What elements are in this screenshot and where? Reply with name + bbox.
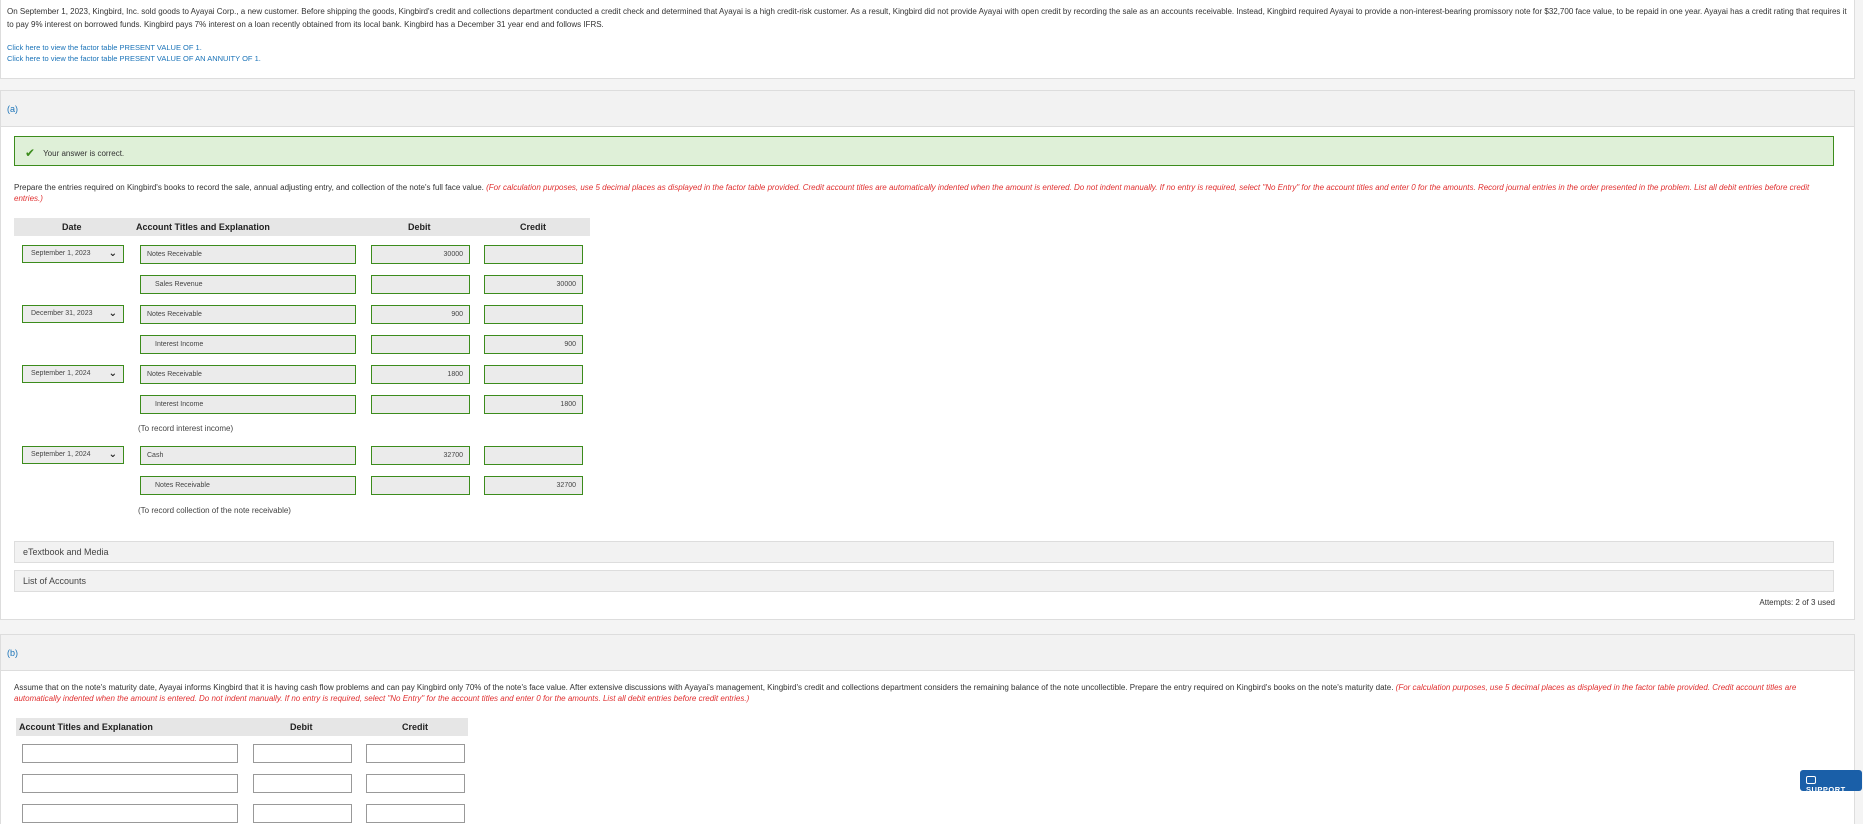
header-date: Date <box>62 222 82 232</box>
account-field-1[interactable]: Notes Receivable <box>140 245 356 264</box>
chevron-down-icon: ⌄ <box>108 308 117 319</box>
support-label: SUPPORT <box>1806 785 1846 794</box>
credit-field-5[interactable] <box>484 365 583 384</box>
credit-field-7[interactable] <box>484 446 583 465</box>
list-of-accounts-bar[interactable]: List of Accounts <box>14 570 1834 592</box>
credit-field-8[interactable]: 32700 <box>484 476 583 495</box>
chat-icon <box>1806 776 1816 784</box>
debit-input-b-2[interactable] <box>253 774 352 793</box>
support-button[interactable]: SUPPORT <box>1800 770 1862 794</box>
account-input-b-1[interactable] <box>22 744 238 763</box>
journal-header-b: Account Titles and Explanation Debit Cre… <box>16 718 468 736</box>
date-select-1[interactable]: September 1, 2023 ⌄ <box>22 245 124 263</box>
account-field-6[interactable]: Interest Income <box>140 395 356 414</box>
credit-field-4[interactable]: 900 <box>484 335 583 354</box>
debit-field-3[interactable]: 900 <box>371 305 470 324</box>
header-account: Account Titles and Explanation <box>136 222 270 232</box>
account-field-4[interactable]: Interest Income <box>140 335 356 354</box>
date-select-3[interactable]: September 1, 2024 ⌄ <box>22 365 124 383</box>
debit-field-6[interactable] <box>371 395 470 414</box>
account-field-2[interactable]: Sales Revenue <box>140 275 356 294</box>
date-select-2[interactable]: December 31, 2023 ⌄ <box>22 305 124 323</box>
chevron-down-icon: ⌄ <box>108 368 117 379</box>
debit-field-2[interactable] <box>371 275 470 294</box>
checkmark-icon: ✔ <box>25 146 36 160</box>
part-b-instructions: Assume that on the note's maturity date,… <box>14 682 1834 704</box>
chevron-down-icon: ⌄ <box>108 248 117 259</box>
chevron-down-icon: ⌄ <box>108 449 117 460</box>
credit-field-3[interactable] <box>484 305 583 324</box>
part-a-instructions: Prepare the entries required on Kingbird… <box>14 182 1834 204</box>
account-field-3[interactable]: Notes Receivable <box>140 305 356 324</box>
memo-collection: (To record collection of the note receiv… <box>138 506 291 515</box>
debit-input-b-3[interactable] <box>253 804 352 823</box>
journal-header: Date Account Titles and Explanation Debi… <box>14 218 590 236</box>
debit-field-5[interactable]: 1800 <box>371 365 470 384</box>
debit-field-1[interactable]: 30000 <box>371 245 470 264</box>
part-a-label: (a) <box>1 91 1854 127</box>
problem-text: On September 1, 2023, Kingbird, Inc. sol… <box>7 7 1847 29</box>
account-field-8[interactable]: Notes Receivable <box>140 476 356 495</box>
credit-field-2[interactable]: 30000 <box>484 275 583 294</box>
part-b-instr-main: Assume that on the note's maturity date,… <box>14 683 1394 692</box>
link-present-value-of-1[interactable]: Click here to view the factor table PRES… <box>7 43 1848 54</box>
correct-message: Your answer is correct. <box>43 149 125 158</box>
date-select-4[interactable]: September 1, 2024 ⌄ <box>22 446 124 464</box>
etextbook-media-bar[interactable]: eTextbook and Media <box>14 541 1834 563</box>
header-credit-b: Credit <box>402 722 429 732</box>
credit-input-b-3[interactable] <box>366 804 465 823</box>
debit-field-4[interactable] <box>371 335 470 354</box>
header-credit: Credit <box>520 222 547 232</box>
account-input-b-2[interactable] <box>22 774 238 793</box>
header-debit-b: Debit <box>290 722 313 732</box>
attempts-counter: Attempts: 2 of 3 used <box>1759 598 1835 607</box>
debit-field-7[interactable]: 32700 <box>371 446 470 465</box>
correct-answer-banner: ✔ Your answer is correct. <box>14 136 1834 166</box>
problem-statement: On September 1, 2023, Kingbird, Inc. sol… <box>0 0 1855 79</box>
account-input-b-3[interactable] <box>22 804 238 823</box>
debit-field-8[interactable] <box>371 476 470 495</box>
link-present-value-annuity-of-1[interactable]: Click here to view the factor table PRES… <box>7 54 1848 65</box>
memo-interest-income: (To record interest income) <box>138 424 234 433</box>
part-b-label: (b) <box>1 635 1854 671</box>
credit-field-1[interactable] <box>484 245 583 264</box>
account-field-7[interactable]: Cash <box>140 446 356 465</box>
credit-field-6[interactable]: 1800 <box>484 395 583 414</box>
header-debit: Debit <box>408 222 431 232</box>
credit-input-b-1[interactable] <box>366 744 465 763</box>
part-a-instr-main: Prepare the entries required on Kingbird… <box>14 183 484 192</box>
debit-input-b-1[interactable] <box>253 744 352 763</box>
credit-input-b-2[interactable] <box>366 774 465 793</box>
header-account-b: Account Titles and Explanation <box>19 722 153 732</box>
account-field-5[interactable]: Notes Receivable <box>140 365 356 384</box>
